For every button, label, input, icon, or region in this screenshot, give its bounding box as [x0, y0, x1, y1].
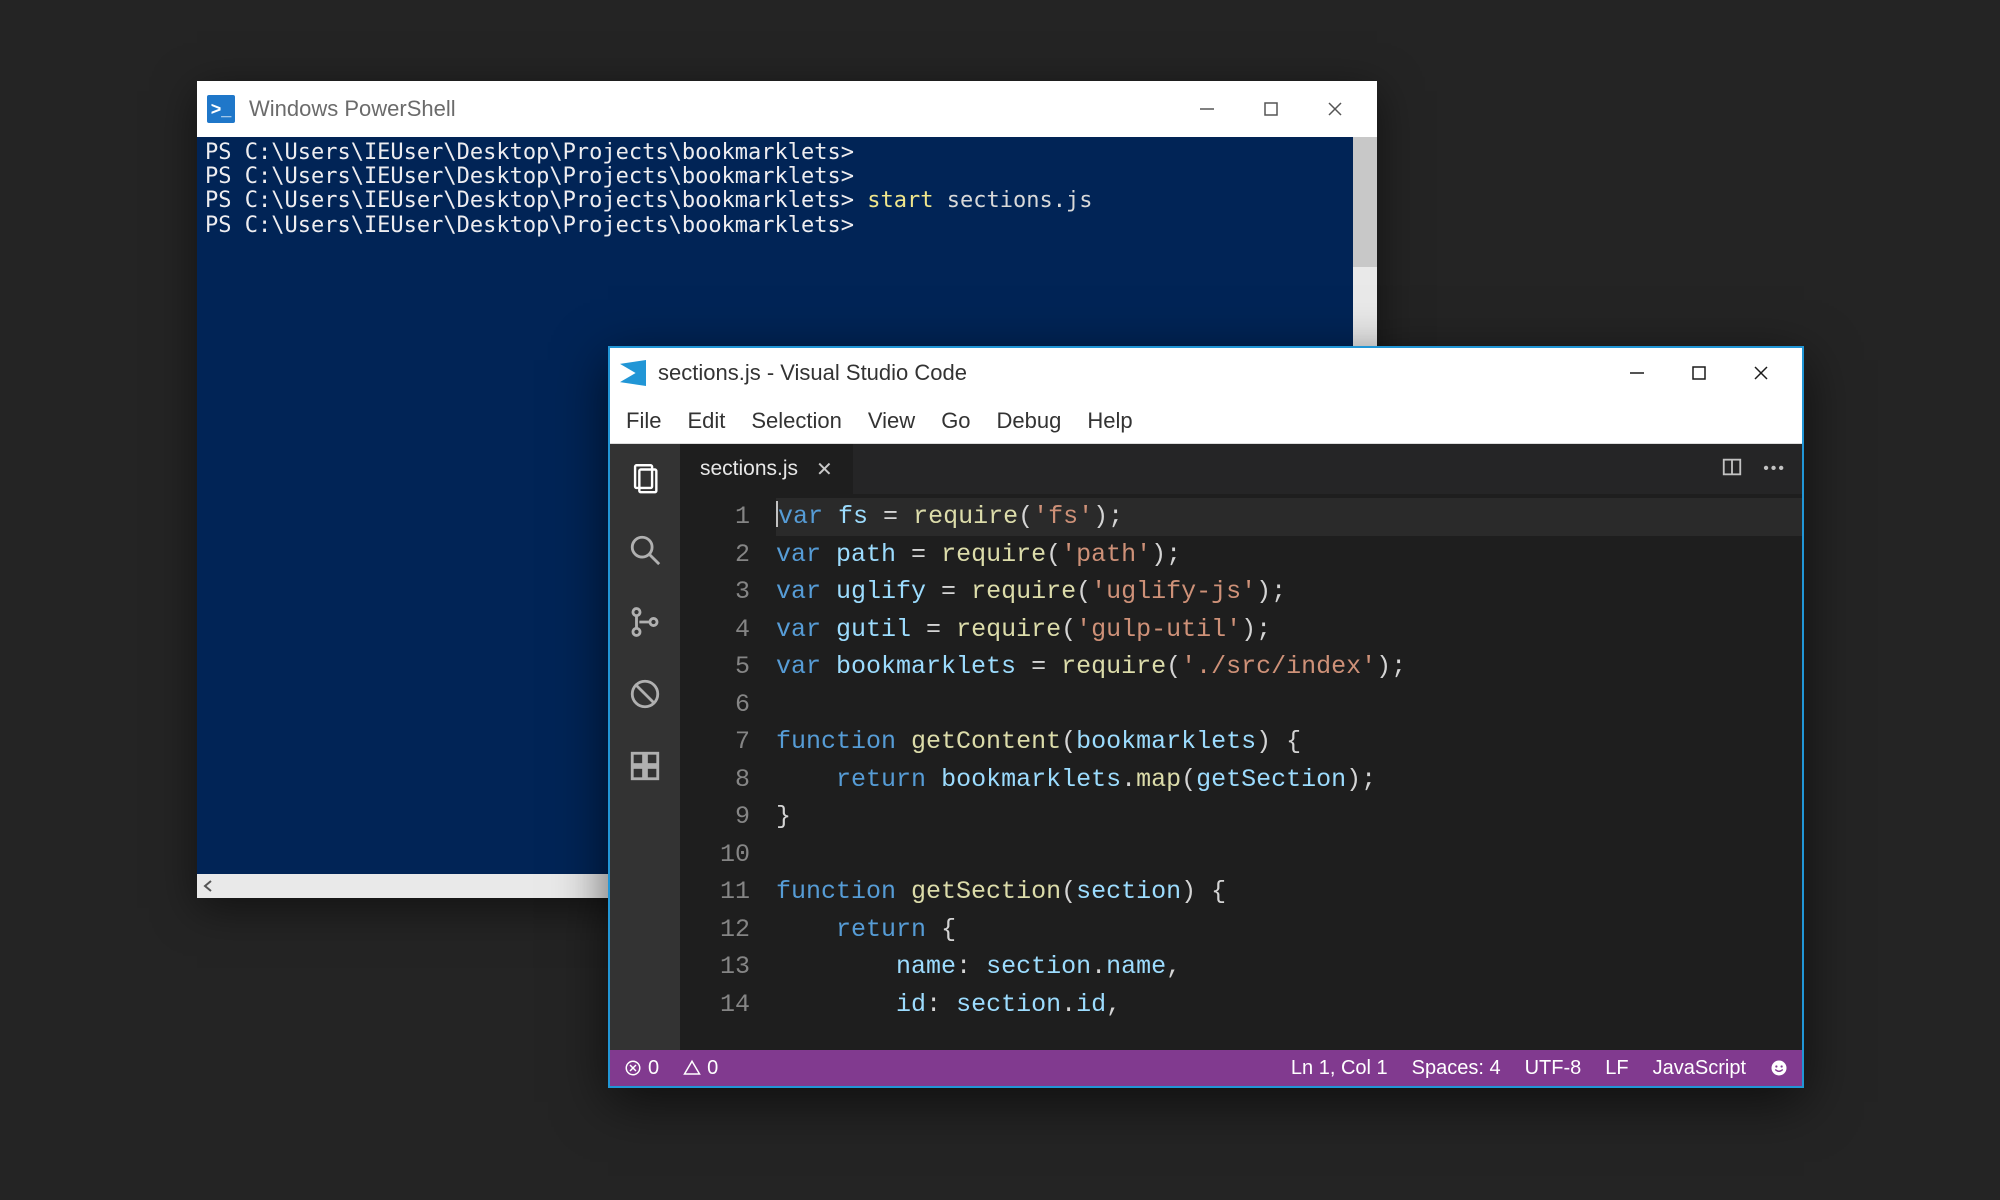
code-line[interactable]: function getContent(bookmarklets) {: [776, 723, 1802, 761]
editor-area: sections.js ✕ ••• 1234567891011121314 va…: [680, 444, 1802, 1050]
menu-debug[interactable]: Debug: [997, 408, 1062, 434]
line-number: 12: [680, 911, 776, 949]
menu-file[interactable]: File: [626, 408, 661, 434]
code-line[interactable]: var path = require('path');: [776, 536, 1802, 574]
line-number: 1: [680, 498, 776, 536]
code-line[interactable]: function getSection(section) {: [776, 873, 1802, 911]
maximize-button[interactable]: [1668, 348, 1730, 398]
status-eol[interactable]: LF: [1605, 1057, 1628, 1080]
code-line[interactable]: return {: [776, 911, 1802, 949]
scrollbar-thumb[interactable]: [1353, 137, 1377, 267]
code-line[interactable]: var uglify = require('uglify-js');: [776, 573, 1802, 611]
powershell-icon: >_: [207, 95, 235, 123]
split-editor-icon[interactable]: [1721, 456, 1743, 483]
maximize-button[interactable]: [1239, 81, 1303, 137]
line-number: 2: [680, 536, 776, 574]
activity-bar: [610, 444, 680, 1050]
code-line[interactable]: [776, 836, 1802, 874]
status-cursor-position[interactable]: Ln 1, Col 1: [1291, 1057, 1388, 1080]
code-line[interactable]: id: section.id,: [776, 986, 1802, 1024]
status-indentation[interactable]: Spaces: 4: [1412, 1057, 1501, 1080]
tab-label: sections.js: [700, 457, 798, 481]
extensions-icon[interactable]: [627, 748, 663, 784]
code-content[interactable]: var fs = require('fs');var path = requir…: [776, 494, 1802, 1050]
line-number: 14: [680, 986, 776, 1024]
source-control-icon[interactable]: [627, 604, 663, 640]
menu-selection[interactable]: Selection: [751, 408, 842, 434]
status-language[interactable]: JavaScript: [1653, 1057, 1746, 1080]
code-line[interactable]: [776, 686, 1802, 724]
line-number: 11: [680, 873, 776, 911]
line-number: 10: [680, 836, 776, 874]
menu-edit[interactable]: Edit: [687, 408, 725, 434]
menu-go[interactable]: Go: [941, 408, 970, 434]
code-line[interactable]: name: section.name,: [776, 948, 1802, 986]
menu-view[interactable]: View: [868, 408, 915, 434]
editor-actions: •••: [1705, 444, 1802, 494]
line-number: 9: [680, 798, 776, 836]
line-number: 8: [680, 761, 776, 799]
vscode-body: sections.js ✕ ••• 1234567891011121314 va…: [610, 444, 1802, 1050]
code-line[interactable]: }: [776, 798, 1802, 836]
code-line[interactable]: var bookmarklets = require('./src/index'…: [776, 648, 1802, 686]
status-encoding[interactable]: UTF-8: [1525, 1057, 1582, 1080]
powershell-title: Windows PowerShell: [249, 96, 1175, 122]
close-icon[interactable]: ✕: [816, 457, 833, 482]
status-bar: 0 0 Ln 1, Col 1 Spaces: 4 UTF-8 LF JavaS…: [610, 1050, 1802, 1086]
debug-icon[interactable]: [627, 676, 663, 712]
code-line[interactable]: var fs = require('fs');: [776, 498, 1802, 536]
terminal-line: PS C:\Users\IEUser\Desktop\Projects\book…: [205, 141, 1369, 165]
close-button[interactable]: [1303, 81, 1367, 137]
vscode-menubar: File Edit Selection View Go Debug Help: [610, 398, 1802, 444]
scroll-left-icon[interactable]: [201, 879, 215, 893]
terminal-line: PS C:\Users\IEUser\Desktop\Projects\book…: [205, 214, 1369, 238]
vscode-title: sections.js - Visual Studio Code: [658, 360, 1606, 386]
line-number: 3: [680, 573, 776, 611]
terminal-line: PS C:\Users\IEUser\Desktop\Projects\book…: [205, 189, 1369, 213]
minimize-button[interactable]: [1175, 81, 1239, 137]
line-number: 4: [680, 611, 776, 649]
terminal-line: PS C:\Users\IEUser\Desktop\Projects\book…: [205, 165, 1369, 189]
vscode-window: sections.js - Visual Studio Code File Edi…: [608, 346, 1804, 1088]
vscode-logo-icon: [620, 360, 646, 386]
tab-bar: sections.js ✕ •••: [680, 444, 1802, 494]
explorer-icon[interactable]: [627, 460, 663, 496]
status-feedback-icon[interactable]: [1770, 1059, 1788, 1077]
line-number: 7: [680, 723, 776, 761]
powershell-titlebar[interactable]: >_ Windows PowerShell: [197, 81, 1377, 137]
editor-scrollbar[interactable]: [1782, 494, 1802, 1050]
menu-help[interactable]: Help: [1087, 408, 1132, 434]
line-number: 5: [680, 648, 776, 686]
minimize-button[interactable]: [1606, 348, 1668, 398]
tab-sections-js[interactable]: sections.js ✕: [680, 444, 854, 494]
status-errors[interactable]: 0: [624, 1057, 659, 1080]
line-number: 13: [680, 948, 776, 986]
line-number: 6: [680, 686, 776, 724]
line-number-gutter: 1234567891011121314: [680, 494, 776, 1050]
status-warnings[interactable]: 0: [683, 1057, 718, 1080]
code-line[interactable]: return bookmarklets.map(getSection);: [776, 761, 1802, 799]
more-actions-icon[interactable]: •••: [1763, 460, 1786, 478]
vscode-titlebar[interactable]: sections.js - Visual Studio Code: [610, 348, 1802, 398]
code-line[interactable]: var gutil = require('gulp-util');: [776, 611, 1802, 649]
close-button[interactable]: [1730, 348, 1792, 398]
code-editor[interactable]: 1234567891011121314 var fs = require('fs…: [680, 494, 1802, 1050]
search-icon[interactable]: [627, 532, 663, 568]
